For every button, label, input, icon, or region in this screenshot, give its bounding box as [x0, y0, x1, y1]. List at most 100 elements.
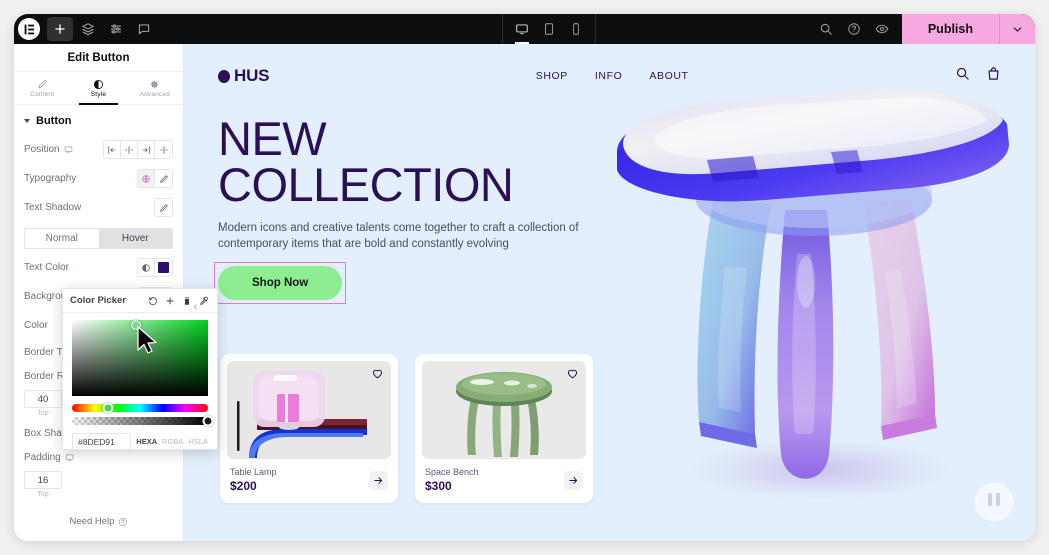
color-picker-title: Color Picker — [70, 295, 126, 306]
align-left-button[interactable] — [104, 141, 121, 158]
hero-title: NEW COLLECTION — [218, 112, 618, 207]
topbar-left-tools — [14, 17, 157, 41]
site-settings-button[interactable] — [103, 17, 129, 41]
navigator-button[interactable] — [75, 17, 101, 41]
pause-icon — [987, 493, 1001, 511]
device-tablet[interactable] — [536, 14, 562, 44]
heart-icon — [567, 369, 578, 379]
edit-text-shadow-button[interactable] — [155, 199, 172, 216]
table-lamp-image — [227, 361, 391, 459]
site-logo-text: HUS — [234, 66, 270, 85]
text-color-swatch — [158, 262, 169, 273]
section-button-label: Button — [36, 115, 72, 127]
product-image — [422, 361, 586, 459]
device-switcher — [502, 14, 596, 44]
pause-button[interactable] — [975, 483, 1013, 521]
product-info: Table Lamp $200 — [230, 467, 277, 493]
device-mobile[interactable] — [563, 14, 589, 44]
product-name: Space Bench — [425, 467, 479, 477]
publish-options-button[interactable] — [999, 14, 1035, 44]
favorite-icon[interactable] — [371, 367, 384, 385]
shop-now-button[interactable]: Shop Now — [218, 265, 343, 300]
state-tab-normal[interactable]: Normal — [25, 229, 99, 248]
global-text-color-button[interactable] — [138, 259, 155, 276]
desktop-icon[interactable] — [64, 145, 73, 154]
color-saturation-area[interactable] — [72, 320, 208, 396]
hex-input[interactable]: #8DED91 — [72, 433, 132, 450]
heart-icon — [372, 369, 383, 379]
site-logo[interactable]: HUS — [218, 66, 269, 86]
tab-style[interactable]: Style — [70, 72, 126, 105]
editor-topbar: Publish — [14, 14, 1035, 44]
section-button-header[interactable]: Button — [14, 105, 183, 135]
mode-hsla[interactable]: HSLA — [188, 437, 208, 446]
text-color-swatch-button[interactable] — [155, 259, 172, 276]
product-detail-button[interactable] — [564, 470, 583, 490]
space-bench-image — [422, 361, 586, 459]
row-text-color-label: Text Color — [24, 262, 70, 273]
alpha-slider-handle[interactable] — [202, 415, 214, 427]
question-circle-icon — [119, 517, 128, 526]
search-icon[interactable] — [812, 14, 840, 44]
align-right-button[interactable] — [138, 141, 155, 158]
site-nav: SHOP INFO ABOUT — [536, 70, 689, 82]
add-element-button[interactable] — [47, 17, 73, 41]
nav-link-info[interactable]: INFO — [595, 70, 622, 82]
elementor-logo-icon[interactable] — [18, 18, 40, 40]
product-price: $200 — [230, 479, 257, 493]
reset-color-button[interactable] — [146, 294, 159, 307]
text-shadow-group — [154, 198, 173, 217]
tab-advanced[interactable]: Advanced — [127, 72, 183, 104]
favorite-icon[interactable] — [566, 367, 579, 385]
publish-button[interactable]: Publish — [901, 14, 999, 44]
panel-title: Edit Button — [14, 44, 183, 72]
arrow-right-icon — [374, 476, 383, 484]
row-position: Position — [14, 135, 183, 164]
hue-slider-handle[interactable] — [102, 402, 114, 414]
product-card[interactable]: Space Bench $300 — [415, 354, 593, 503]
need-help-link[interactable]: Need Help — [14, 516, 183, 527]
device-desktop[interactable] — [509, 14, 535, 44]
product-detail-button[interactable] — [369, 470, 388, 490]
product-card[interactable]: Table Lamp $200 — [220, 354, 398, 503]
border-radius-top-label: Top — [37, 410, 49, 417]
global-typography-button[interactable] — [138, 170, 155, 187]
app-root: Publish Edit Button Content Style Advanc… — [0, 0, 1049, 555]
color-picker-collapse-button[interactable] — [190, 298, 200, 316]
hue-slider[interactable] — [72, 402, 208, 414]
alpha-slider[interactable] — [72, 415, 214, 427]
tab-content[interactable]: Content — [14, 72, 70, 104]
preview-icon[interactable] — [868, 14, 896, 44]
saturation-handle[interactable] — [131, 320, 141, 330]
chevron-down-icon — [24, 119, 30, 123]
padding-fields: 16 Top — [14, 469, 183, 502]
publish-group: Publish — [901, 14, 1035, 44]
align-center-button[interactable] — [121, 141, 138, 158]
product-card-list: Table Lamp $200 Space Bench $300 — [184, 344, 593, 503]
text-color-group — [137, 258, 173, 277]
product-price: $300 — [425, 479, 452, 493]
hero-content: NEW COLLECTION Modern icons and creative… — [214, 102, 618, 304]
state-tab-hover[interactable]: Hover — [98, 229, 172, 248]
desktop-icon[interactable] — [65, 453, 74, 462]
nav-link-shop[interactable]: SHOP — [536, 70, 568, 82]
comments-button[interactable] — [131, 17, 157, 41]
typography-group — [137, 169, 173, 188]
add-color-button[interactable] — [163, 294, 176, 307]
mouse-cursor-icon — [137, 326, 157, 354]
row-text-color: Text Color — [14, 253, 183, 282]
nav-link-about[interactable]: ABOUT — [649, 70, 688, 82]
padding-top-input[interactable]: 16 — [24, 471, 62, 489]
hero-title-line1: NEW — [218, 112, 327, 165]
contrast-icon — [93, 79, 104, 89]
mode-rgba[interactable]: RGBA — [162, 437, 183, 446]
row-padding-label: Padding — [24, 451, 61, 463]
panel-tabs: Content Style Advanced — [14, 72, 183, 105]
help-icon[interactable] — [840, 14, 868, 44]
glass-stool-illustration — [617, 88, 1009, 500]
align-justify-button[interactable] — [155, 141, 172, 158]
border-radius-top-input[interactable]: 40 — [24, 390, 62, 408]
edit-typography-button[interactable] — [155, 170, 172, 187]
mode-hexa[interactable]: HEXA — [136, 437, 157, 446]
product-image — [227, 361, 391, 459]
